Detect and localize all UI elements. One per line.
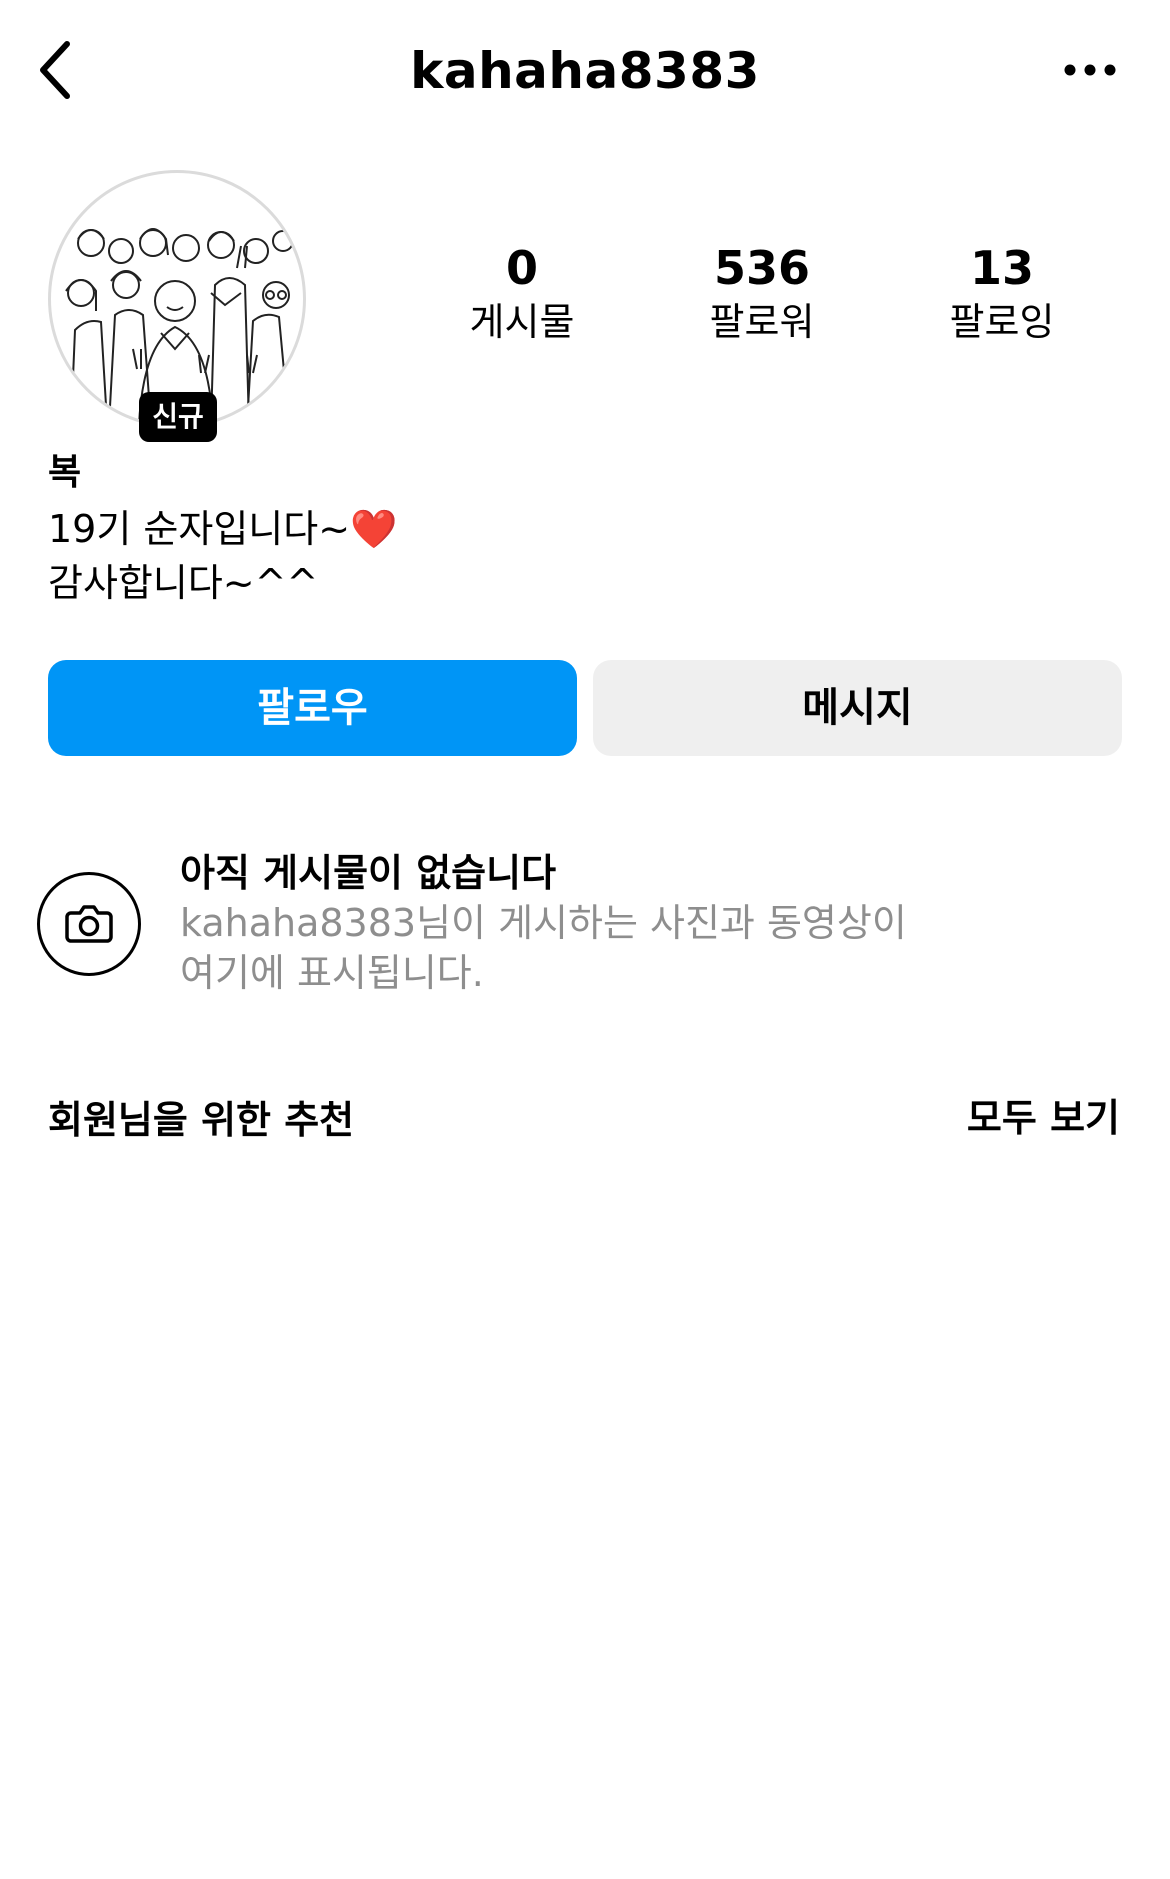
empty-posts-title: 아직 게시물이 없습니다 [180,851,557,895]
chevron-left-icon [40,41,70,99]
empty-posts-desc-2: 여기에 표시됩니다. [180,951,484,995]
more-horizontal-icon [1064,64,1116,76]
empty-posts-desc-1: kahaha8383님이 게시하는 사진과 동영상이 [180,901,907,945]
bio-line-1: 19기 순자입니다~❤️ [48,502,397,556]
see-all-link[interactable]: 모두 보기 [950,1090,1120,1146]
new-user-badge: 신규 [139,392,217,442]
stat-posts[interactable]: 0 게시물 [422,240,622,348]
avatar-illustration [65,228,294,425]
following-count: 13 [969,241,1034,295]
followers-label: 팔로워 [709,300,815,344]
stat-followers[interactable]: 536 팔로워 [662,240,862,348]
message-button[interactable]: 메시지 [593,660,1122,756]
bio-line-2: 감사합니다~^^ [48,561,319,605]
profile-avatar[interactable] [48,170,306,428]
stat-following[interactable]: 13 팔로잉 [902,240,1102,348]
suggestions-title: 회원님을 위한 추천 [48,1098,355,1142]
profile-display-name: 복 [48,452,82,493]
profile-username-title: kahaha8383 [410,42,760,100]
follow-button[interactable]: 팔로우 [48,660,577,756]
bio-line-1-text: 19기 순자입니다~ [48,507,351,551]
followers-count: 536 [713,241,811,295]
camera-icon [65,905,113,943]
more-options-button[interactable] [1050,40,1130,100]
heart-icon: ❤️ [350,507,398,551]
posts-count: 0 [505,241,538,295]
camera-circle [37,872,141,976]
posts-label: 게시물 [469,300,575,344]
following-label: 팔로잉 [949,300,1055,344]
back-button[interactable] [20,30,90,110]
